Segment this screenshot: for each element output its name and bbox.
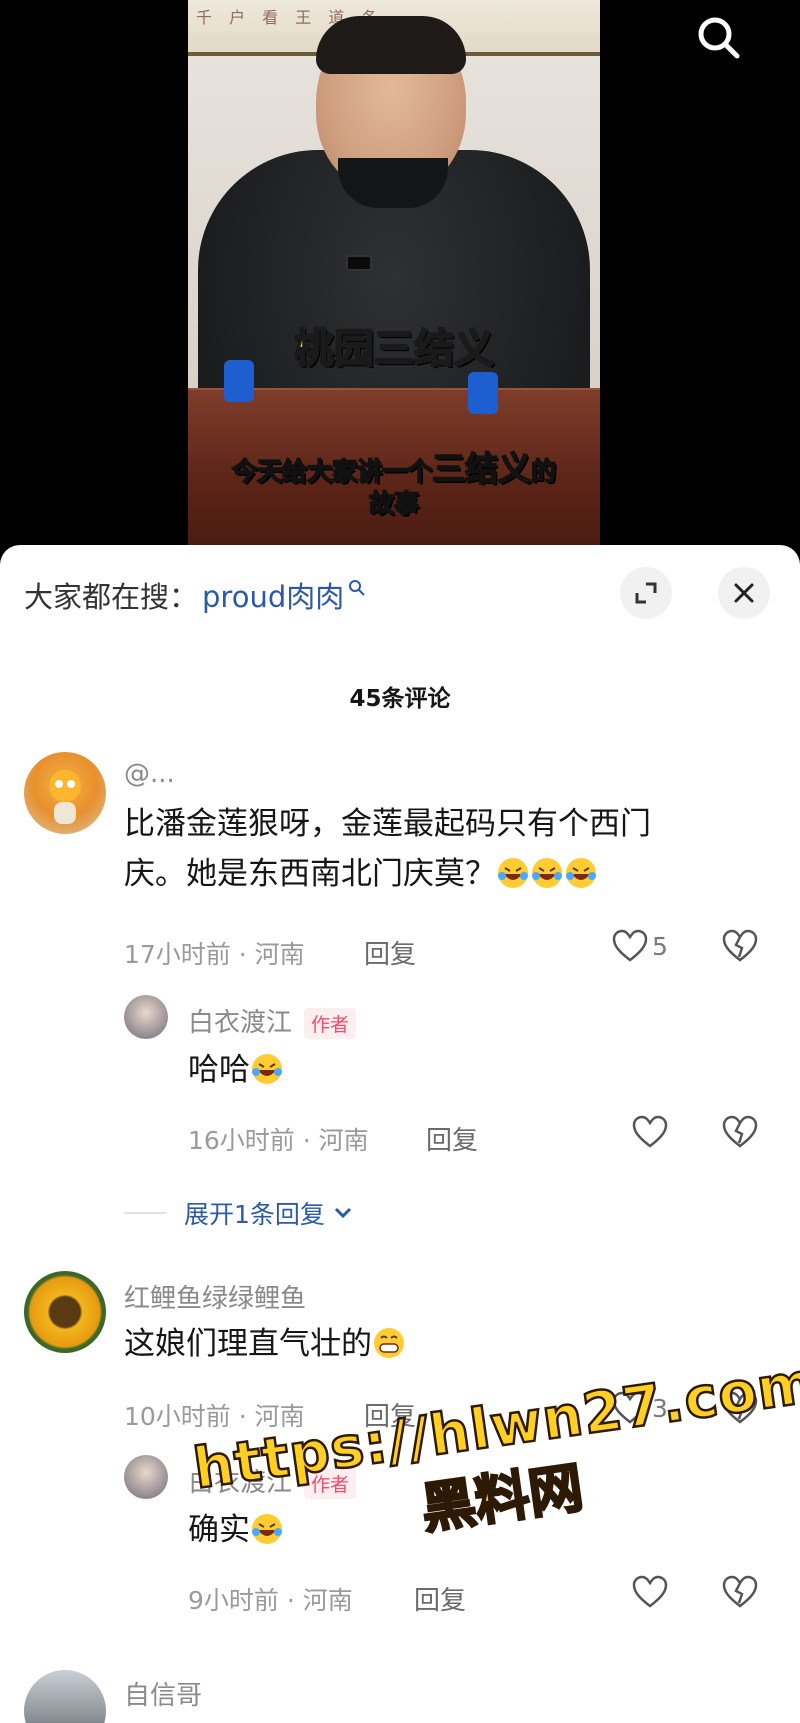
expand-replies-label: 展开1条回复 [184,1200,325,1229]
cartoon-avatar-icon [49,770,81,824]
reply-text: 哈哈 [188,1045,284,1095]
like-count: 3 [652,1393,668,1423]
laugh-cry-emoji-icon [252,1514,282,1544]
video-title-caption: 桃园三结义 [293,325,495,373]
laugh-cry-emoji-icon [566,858,596,888]
author-badge: 作者 [304,1008,357,1039]
dislike-button[interactable] [722,1575,758,1613]
close-button[interactable] [718,567,770,619]
dislike-button[interactable] [722,1115,758,1153]
reply-button[interactable]: 回复 [364,934,416,971]
dislike-button[interactable] [722,1391,758,1429]
laugh-cry-emoji-icon [532,858,562,888]
comment-text: 比潘金莲狠呀，金莲最起码只有个西门 庆。她是东西南北门庆莫？ [124,799,651,899]
comment-text-content: 这娘们理直气壮的 [124,1326,372,1362]
comment-time-location: 17小时前 · 河南 [124,940,305,969]
comment-text-line2: 庆。她是东西南北门庆莫？ [124,856,496,892]
comment-text-line-2: 庆。她是东西南北门庆莫？ [124,849,651,899]
dislike-button[interactable] [722,929,758,967]
reply-button[interactable]: 回复 [426,1120,478,1157]
comment-author[interactable]: 自信哥 [124,1675,202,1712]
comment-text: 这娘们理直气壮的 [124,1319,406,1369]
broken-heart-icon [722,1115,758,1148]
laugh-cry-emoji-icon [252,1054,282,1084]
reply-author-row: 白衣渡江 作者 [188,1002,357,1039]
heart-icon [632,1115,668,1148]
expand-button[interactable] [620,567,672,619]
subtitle-highlight: 三结义 [431,448,532,489]
reply-button[interactable]: 回复 [414,1580,466,1617]
author-badge: 作者 [304,1468,357,1499]
search-button[interactable] [693,12,745,64]
grin-emoji-icon [374,1328,404,1358]
reply-text-content: 哈哈 [188,1052,250,1088]
video-subtitle: 今天给大家讲一个三结义的 [188,442,600,490]
video-subtitle-line2: 故事 [368,488,420,519]
video-player[interactable]: 千 户 看 王 道 冬 桃园三结义 今天给大家讲一个三结义的 故事 [0,0,800,548]
reply-time-location: 16小时前 · 河南 [188,1126,369,1155]
subtitle-pre: 今天给大家讲一个 [231,456,433,487]
comment-count: 45条评论 [349,686,451,712]
comment-sheet: 大家都在搜： proud肉肉 45条评论 @... 比潘金莲狠呀，金莲最起码只有… [0,545,800,1723]
like-button[interactable] [632,1575,668,1609]
reply-text-content: 确实 [188,1512,250,1548]
like-button[interactable] [632,1115,668,1149]
broken-heart-icon [722,1391,758,1424]
right-cuff [468,372,498,414]
reply-time-location: 9小时前 · 河南 [188,1586,353,1615]
comment-author[interactable]: 红鲤鱼绿绿鲤鱼 [124,1278,306,1315]
comment-author[interactable]: @... [124,759,175,789]
subtitle-post: 的 [530,456,557,487]
chevron-down-icon [334,1207,351,1219]
comment-text-line: 比潘金莲狠呀，金莲最起码只有个西门 [124,806,651,842]
reply-button[interactable]: 回复 [364,1396,416,1433]
close-icon [734,583,754,603]
search-icon [698,17,740,59]
trending-search-prefix: 大家都在搜： [24,580,199,614]
avatar[interactable] [24,752,106,834]
lapel-mic [346,255,372,271]
trending-search-term[interactable]: proud肉肉 [202,574,344,616]
reply-author[interactable]: 白衣渡江 [188,1008,292,1038]
person-hair [316,16,466,74]
avatar[interactable] [24,1670,106,1723]
avatar[interactable] [24,1271,106,1353]
expand-icon [635,582,657,604]
heart-icon [632,1575,668,1608]
like-button[interactable]: 3 [612,1391,668,1425]
avatar[interactable] [124,995,168,1039]
like-count: 5 [652,931,668,961]
expand-divider [124,1212,166,1214]
laugh-cry-emoji-icon [498,858,528,888]
trending-search[interactable]: 大家都在搜： proud肉肉 [24,575,366,615]
broken-heart-icon [722,1575,758,1608]
reply-text: 确实 [188,1505,284,1555]
broken-heart-icon [722,929,758,962]
comment-time-location: 10小时前 · 河南 [124,1402,305,1431]
expand-replies[interactable]: 展开1条回复 [124,1195,355,1231]
heart-icon [612,1391,648,1424]
reply-author[interactable]: 白衣渡江 [188,1468,292,1498]
search-mini-icon [349,580,365,596]
reply-author-row: 白衣渡江 作者 [188,1462,357,1499]
video-frame: 千 户 看 王 道 冬 桃园三结义 今天给大家讲一个三结义的 故事 [188,0,600,548]
avatar[interactable] [124,1455,168,1499]
like-button[interactable]: 5 [612,929,668,963]
heart-icon [612,929,648,962]
